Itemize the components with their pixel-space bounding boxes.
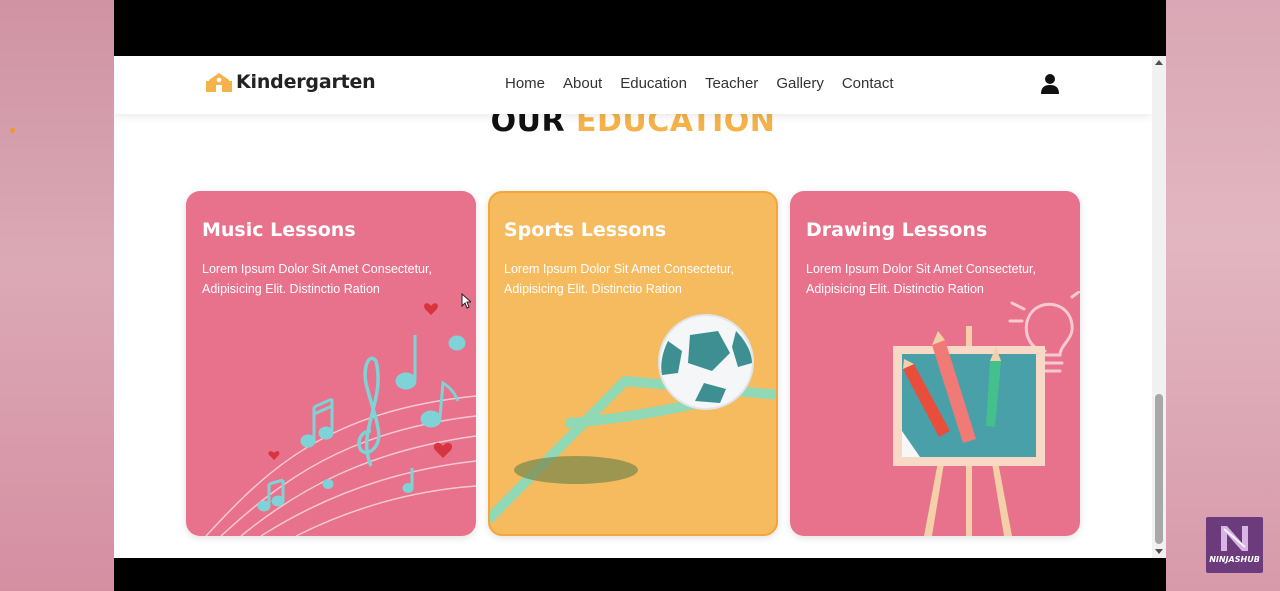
card-title: Sports Lessons bbox=[504, 219, 667, 241]
scroll-down-icon[interactable] bbox=[1155, 549, 1163, 554]
scroll-thumb[interactable] bbox=[1155, 394, 1163, 544]
user-icon[interactable] bbox=[1040, 73, 1060, 95]
page: Kindergarten Home About Education Teache… bbox=[114, 56, 1152, 558]
badge-text: NINJASHUB bbox=[1209, 555, 1260, 564]
brand-name: Kindergarten bbox=[236, 71, 376, 93]
card-music-lessons[interactable]: Music Lessons Lorem Ipsum Dolor Sit Amet… bbox=[186, 191, 476, 536]
nav-links: Home About Education Teacher Gallery Con… bbox=[505, 75, 912, 92]
card-drawing-lessons[interactable]: Drawing Lessons Lorem Ipsum Dolor Sit Am… bbox=[790, 191, 1080, 536]
mouse-cursor-icon bbox=[461, 293, 471, 309]
nav-gallery[interactable]: Gallery bbox=[776, 75, 824, 92]
navbar: Kindergarten Home About Education Teache… bbox=[114, 56, 1152, 114]
orange-dot bbox=[10, 128, 15, 133]
browser-viewport: Kindergarten Home About Education Teache… bbox=[114, 0, 1166, 591]
card-sports-lessons[interactable]: Sports Lessons Lorem Ipsum Dolor Sit Ame… bbox=[488, 191, 778, 536]
drawing-illustration bbox=[893, 291, 1080, 536]
school-icon bbox=[206, 73, 232, 92]
nav-about[interactable]: About bbox=[563, 75, 602, 92]
ninja-logo-icon bbox=[1221, 526, 1248, 551]
right-background bbox=[1166, 0, 1280, 591]
card-title: Music Lessons bbox=[202, 219, 356, 241]
sports-illustration bbox=[490, 314, 776, 523]
nav-education[interactable]: Education bbox=[620, 75, 687, 92]
nav-contact[interactable]: Contact bbox=[842, 75, 894, 92]
logo[interactable]: Kindergarten bbox=[206, 70, 376, 94]
scroll-up-icon[interactable] bbox=[1155, 60, 1163, 65]
soccer-ball-icon bbox=[658, 314, 754, 410]
music-illustration bbox=[205, 303, 476, 536]
left-background bbox=[0, 0, 114, 591]
channel-badge: NINJASHUB bbox=[1206, 517, 1263, 573]
scrollbar[interactable] bbox=[1152, 56, 1166, 558]
nav-home[interactable]: Home bbox=[505, 75, 545, 92]
card-title: Drawing Lessons bbox=[806, 219, 988, 241]
nav-teacher[interactable]: Teacher bbox=[705, 75, 758, 92]
